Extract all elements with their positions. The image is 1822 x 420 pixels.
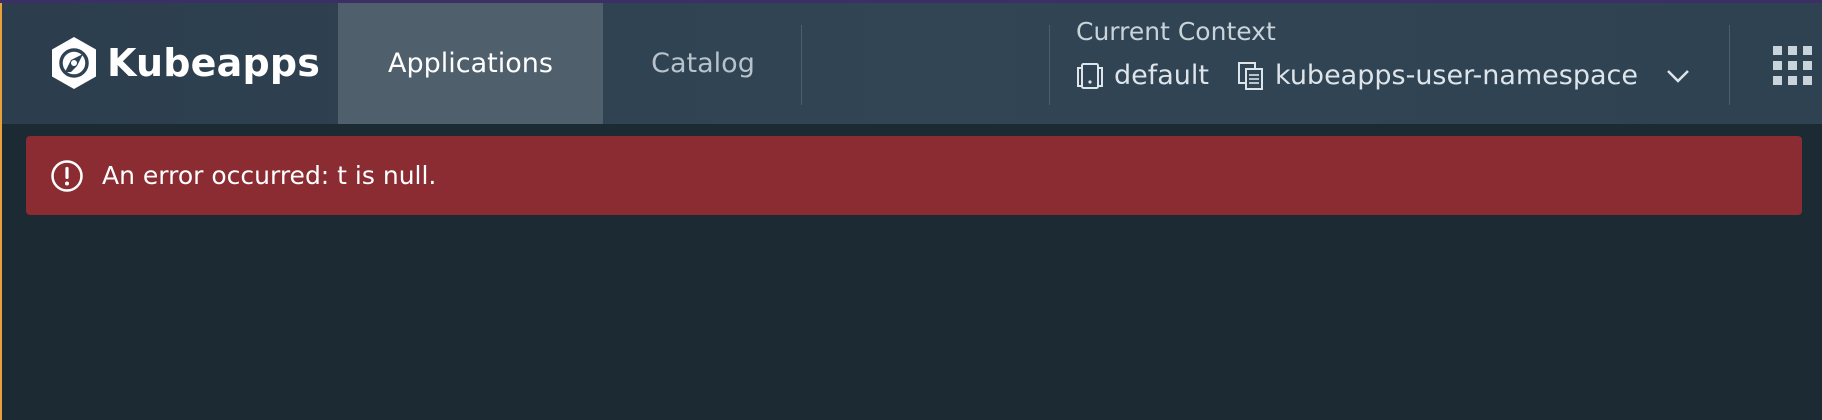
context-divider-left [1049, 25, 1050, 105]
context-namespace: kubeapps-user-namespace [1237, 60, 1638, 91]
tab-catalog[interactable]: Catalog [603, 3, 803, 124]
chevron-down-icon[interactable] [1666, 68, 1690, 84]
tab-applications[interactable]: Applications [338, 3, 603, 124]
error-alert: An error occurred: t is null. [26, 136, 1802, 215]
window-top-edge [0, 0, 1822, 3]
cluster-icon [1077, 62, 1103, 89]
brand[interactable]: Kubeapps [49, 33, 320, 93]
context-title: Current Context [1076, 17, 1276, 46]
context-dropdown-toggle[interactable]: default kubeapps-user-namespace [1076, 60, 1690, 91]
cluster-name: default [1114, 60, 1210, 91]
context-divider-right [1729, 25, 1730, 105]
context-cluster: default [1076, 60, 1209, 91]
namespace-name: kubeapps-user-namespace [1275, 60, 1638, 91]
top-navigation-header: Kubeapps Applications Catalog Current Co… [2, 3, 1822, 124]
error-icon [51, 159, 83, 192]
context-selector[interactable]: Current Context default kubeapps-user-na… [1076, 11, 1690, 91]
error-message: An error occurred: t is null. [102, 161, 437, 190]
apps-grid-icon[interactable] [1773, 46, 1813, 86]
tab-applications-label: Applications [388, 48, 553, 79]
nav-divider [801, 25, 802, 105]
kubeapps-logo-icon [52, 37, 96, 89]
namespace-icon [1238, 61, 1264, 90]
brand-name: Kubeapps [107, 41, 321, 85]
tab-catalog-label: Catalog [651, 48, 755, 79]
